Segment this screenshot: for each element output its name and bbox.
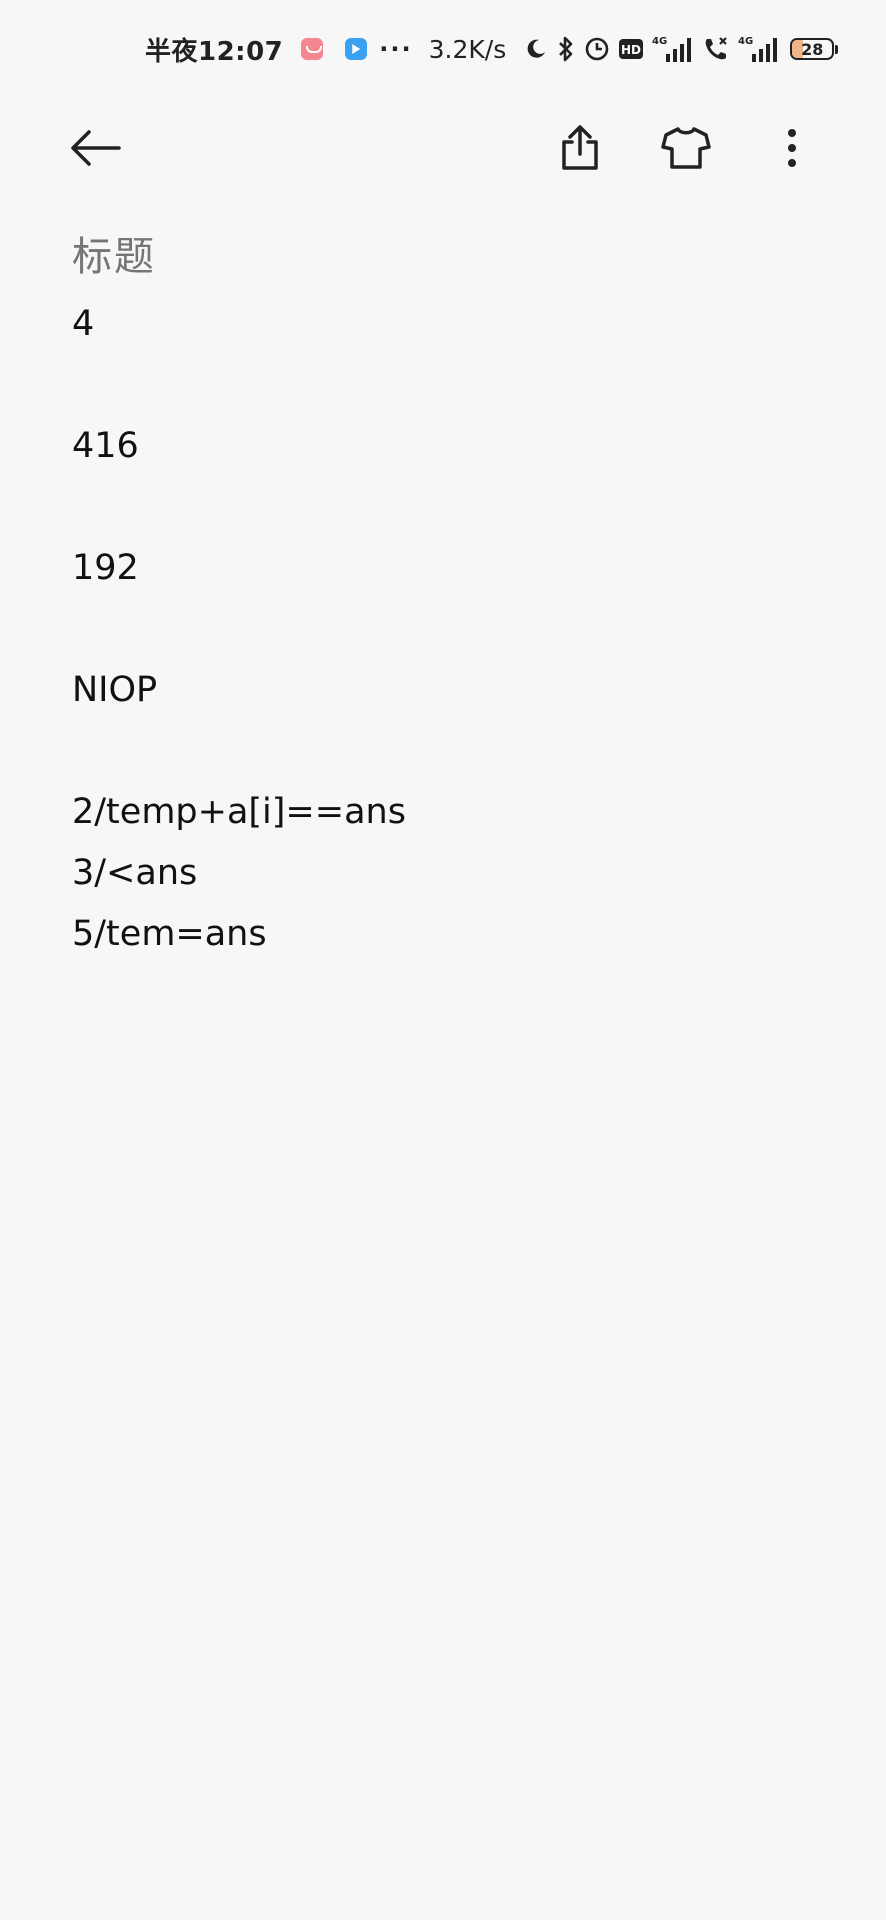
net-speed: 3.2K/s bbox=[428, 34, 507, 64]
arrow-left-icon bbox=[69, 128, 121, 172]
moon-icon bbox=[524, 37, 548, 61]
signal-icon: 4G bbox=[738, 34, 780, 64]
status-icons: HD 4G 4G 28 bbox=[516, 34, 839, 64]
svg-text:HD: HD bbox=[621, 43, 641, 57]
back-button[interactable] bbox=[55, 110, 135, 190]
battery-level: 28 bbox=[801, 39, 824, 59]
note-line bbox=[72, 721, 832, 782]
note-line: NIOP bbox=[72, 670, 158, 710]
more-button[interactable] bbox=[752, 110, 832, 190]
battery-icon: 28 bbox=[790, 38, 835, 60]
note-line: 5/tem=ans bbox=[72, 914, 267, 954]
bluetooth-icon bbox=[556, 36, 576, 62]
more-vertical-icon bbox=[786, 128, 798, 172]
call-icon bbox=[702, 35, 730, 63]
note-line: 416 bbox=[72, 426, 139, 466]
alarm-icon bbox=[584, 36, 610, 62]
status-time: 半夜12:07 bbox=[145, 36, 284, 67]
note-editor: 4 416 192 NIOP 2/temp+a[i]==ans 3/<ans 5/tem=a… bbox=[72, 225, 832, 965]
signal-icon: 4G bbox=[652, 34, 694, 64]
note-line bbox=[72, 355, 832, 416]
app-pink-icon bbox=[301, 38, 324, 60]
status-overflow: ··· bbox=[379, 35, 413, 63]
toolbar bbox=[0, 110, 886, 190]
note-title-input[interactable] bbox=[72, 225, 832, 289]
note-line bbox=[72, 599, 832, 660]
note-line: 4 bbox=[72, 304, 95, 344]
app-blue-icon bbox=[345, 38, 368, 60]
note-line: 192 bbox=[72, 548, 139, 588]
tshirt-icon bbox=[661, 125, 711, 175]
battery-cap bbox=[835, 44, 839, 54]
share-button[interactable] bbox=[540, 110, 620, 190]
share-icon bbox=[558, 124, 602, 176]
svg-text:4G: 4G bbox=[738, 36, 753, 47]
status-bar: 半夜12:07 ··· 3.2K/s HD 4G 4G 28 bbox=[145, 28, 839, 70]
note-line: 3/<ans bbox=[72, 853, 198, 893]
note-body[interactable]: 4 416 192 NIOP 2/temp+a[i]==ans 3/<ans 5/tem=a… bbox=[72, 294, 832, 965]
note-line bbox=[72, 477, 832, 538]
theme-button[interactable] bbox=[646, 110, 726, 190]
note-line: 2/temp+a[i]==ans bbox=[72, 792, 406, 832]
hd-icon: HD bbox=[618, 37, 644, 61]
svg-text:4G: 4G bbox=[652, 36, 667, 47]
